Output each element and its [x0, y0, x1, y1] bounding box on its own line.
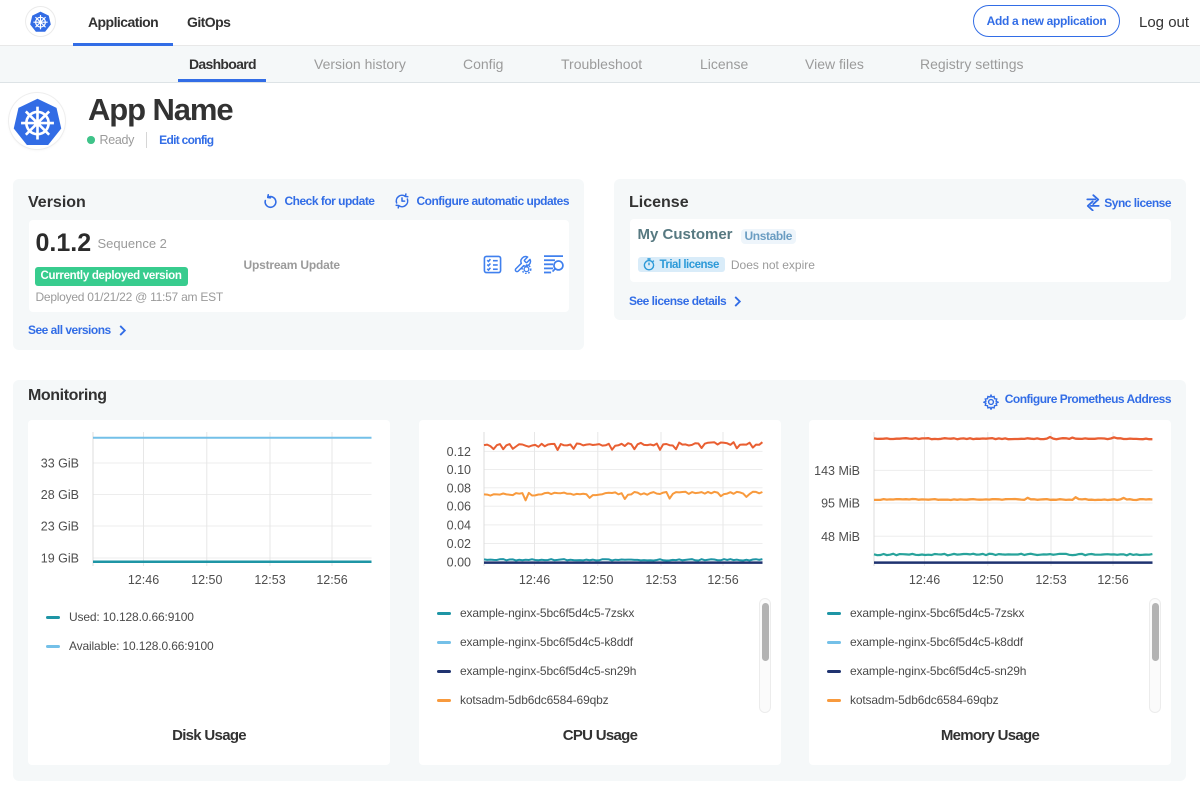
svg-text:12:50: 12:50 [191, 573, 222, 587]
svg-text:12:56: 12:56 [1097, 573, 1128, 587]
svg-text:143 MiB: 143 MiB [814, 464, 860, 478]
svg-text:95 MiB: 95 MiB [821, 497, 860, 511]
svg-text:0.10: 0.10 [447, 463, 471, 477]
svg-text:12:53: 12:53 [645, 573, 676, 587]
svg-text:0.12: 0.12 [447, 445, 471, 459]
svg-text:12:56: 12:56 [316, 573, 347, 587]
svg-text:12:56: 12:56 [707, 573, 738, 587]
svg-text:12:46: 12:46 [909, 573, 940, 587]
svg-text:0.04: 0.04 [447, 518, 471, 532]
svg-text:0.06: 0.06 [447, 500, 471, 514]
svg-text:19 GiB: 19 GiB [41, 552, 79, 566]
svg-text:33 GiB: 33 GiB [41, 457, 79, 471]
svg-text:0.00: 0.00 [447, 555, 471, 569]
svg-text:28 GiB: 28 GiB [41, 488, 79, 502]
svg-text:12:53: 12:53 [254, 573, 285, 587]
svg-text:12:46: 12:46 [128, 573, 159, 587]
svg-text:0.02: 0.02 [447, 537, 471, 551]
svg-text:12:50: 12:50 [972, 573, 1003, 587]
svg-text:48 MiB: 48 MiB [821, 530, 860, 544]
svg-text:23 GiB: 23 GiB [41, 520, 79, 534]
svg-text:12:50: 12:50 [582, 573, 613, 587]
svg-text:12:46: 12:46 [519, 573, 550, 587]
svg-text:12:53: 12:53 [1035, 573, 1066, 587]
svg-text:0.08: 0.08 [447, 481, 471, 495]
